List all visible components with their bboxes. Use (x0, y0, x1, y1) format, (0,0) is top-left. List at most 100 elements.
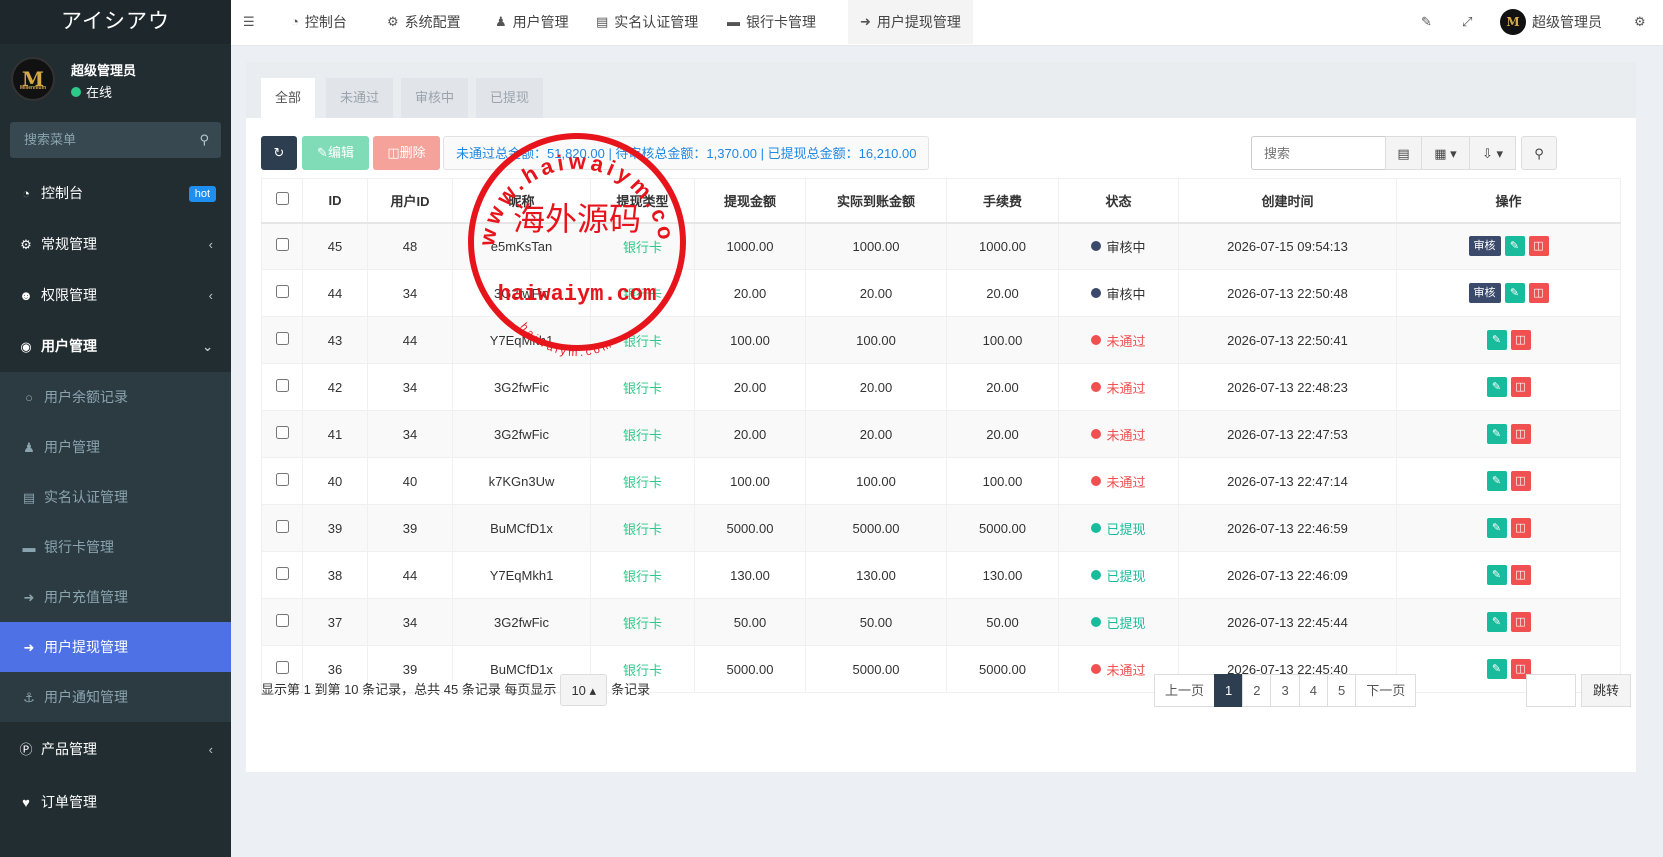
next-page-button[interactable]: 下一页 (1355, 674, 1417, 707)
row-edit-button[interactable]: ✎ (1486, 659, 1507, 679)
row-delete-button[interactable]: ◫ (1528, 283, 1549, 303)
tab-system-config[interactable]: ⚙ 系统配置 (375, 0, 473, 44)
search-button[interactable]: ⚲ (1521, 136, 1557, 170)
row-checkbox[interactable] (275, 332, 289, 345)
tab-user-management[interactable]: ♟ 用户管理 (483, 0, 581, 44)
page-3-button[interactable]: 3 (1270, 674, 1300, 707)
sidebar-item-notify[interactable]: ⚓ 用户通知管理 (0, 672, 231, 722)
tab-dashboard[interactable]: ◔ 控制台 (279, 0, 359, 44)
table-row[interactable]: 39 39 BuMCfD1x 银行卡 5000.00 5000.00 5000.00 已提现 2… (261, 504, 1621, 552)
sidebar-item-recharge[interactable]: ➜ 用户充值管理 (0, 572, 231, 622)
row-delete-button[interactable]: ◫ (1510, 565, 1531, 585)
toggle-view-button[interactable]: ▤ (1385, 136, 1422, 170)
brand-logo[interactable]: アイシアウ (0, 0, 231, 44)
row-edit-button[interactable]: ✎ (1486, 471, 1507, 491)
sidebar-item-user-management[interactable]: ◉ 用户管理 ⌄ (0, 321, 231, 372)
menu-toggle-button[interactable]: ☰ (231, 0, 267, 44)
tab-rejected[interactable]: 未通过 (326, 78, 394, 118)
sidebar-item-users[interactable]: ♟ 用户管理 (0, 422, 231, 472)
page-1-button[interactable]: 1 (1214, 674, 1244, 707)
tab-bankcard[interactable]: ▬ 银行卡管理 (715, 0, 828, 44)
table-row[interactable]: 44 34 3G2fwFic 银行卡 20.00 20.00 20.00 审核中 2026-07… (261, 269, 1621, 317)
row-delete-button[interactable]: ◫ (1510, 518, 1531, 538)
row-delete-button[interactable]: ◫ (1510, 471, 1531, 491)
translate-button[interactable]: ✎ (1409, 0, 1444, 44)
table-row[interactable]: 41 34 3G2fwFic 银行卡 20.00 20.00 20.00 未通过 2026-07… (261, 410, 1621, 458)
row-checkbox[interactable] (275, 567, 289, 580)
row-delete-button[interactable]: ◫ (1528, 236, 1549, 257)
audit-button[interactable]: 审核 (1468, 236, 1501, 257)
row-delete-button[interactable]: ◫ (1510, 330, 1531, 350)
sidebar-item-permission[interactable]: ☻ 权限管理 ‹ (0, 270, 231, 321)
sidebar-item-general[interactable]: ⚙ 常规管理 ‹ (0, 219, 231, 270)
col-nick[interactable]: 昵称 (452, 178, 591, 224)
pencil-icon: ✎ (1491, 663, 1502, 675)
edit-button[interactable]: ✎编辑 (302, 136, 369, 170)
page-size-select[interactable]: 10 ▴ (560, 674, 608, 706)
prev-page-button[interactable]: 上一页 (1154, 674, 1216, 707)
tab-withdrawn[interactable]: 已提现 (476, 78, 544, 118)
row-edit-button[interactable]: ✎ (1486, 330, 1507, 350)
tab-reviewing[interactable]: 审核中 (401, 78, 469, 118)
col-amount[interactable]: 提现金额 (694, 178, 806, 224)
refresh-button[interactable]: ↻ (261, 136, 297, 170)
columns-button[interactable]: ▦ ▾ (1421, 136, 1470, 170)
row-checkbox[interactable] (275, 379, 289, 392)
row-checkbox[interactable] (275, 520, 289, 533)
user-menu[interactable]: M 超级管理员 (1488, 0, 1614, 44)
sidebar-item-products[interactable]: Ⓟ 产品管理 ‹ (0, 722, 231, 777)
menu-search-input[interactable]: 搜索菜单 ⚲ (10, 122, 221, 158)
sidebar-item-withdraw[interactable]: ➜ 用户提现管理 (0, 622, 231, 672)
row-checkbox[interactable] (275, 661, 289, 674)
row-edit-button[interactable]: ✎ (1486, 377, 1507, 397)
select-all-checkbox[interactable] (275, 192, 289, 206)
page-4-button[interactable]: 4 (1298, 674, 1328, 707)
col-uid[interactable]: 用户ID (367, 178, 453, 224)
row-checkbox[interactable] (275, 285, 289, 298)
export-button[interactable]: ⇩ ▾ (1469, 136, 1516, 170)
page-5-button[interactable]: 5 (1326, 674, 1357, 707)
table-row[interactable]: 38 44 Y7EqMkh1 银行卡 130.00 130.00 130.00 已提现 2026… (261, 551, 1621, 599)
row-checkbox[interactable] (275, 614, 289, 627)
row-edit-button[interactable]: ✎ (1486, 612, 1507, 632)
col-status[interactable]: 状态 (1058, 178, 1179, 224)
table-row[interactable]: 37 34 3G2fwFic 银行卡 50.00 50.00 50.00 已提现 2026-07… (261, 598, 1621, 646)
table-row[interactable]: 45 48 e5mKsTan 银行卡 1000.00 1000.00 1000.00 审核中 2… (261, 222, 1621, 270)
row-delete-button[interactable]: ◫ (1510, 612, 1531, 632)
jump-button[interactable]: 跳转 (1581, 674, 1631, 707)
row-edit-button[interactable]: ✎ (1486, 565, 1507, 585)
audit-button[interactable]: 审核 (1468, 283, 1501, 303)
col-id[interactable]: ID (302, 178, 368, 224)
row-delete-button[interactable]: ◫ (1510, 424, 1531, 444)
settings-button[interactable]: ⚙ (1622, 0, 1658, 44)
page-2-button[interactable]: 2 (1242, 674, 1272, 707)
col-fee[interactable]: 手续费 (946, 178, 1059, 224)
col-time[interactable]: 创建时间 (1178, 178, 1397, 224)
sidebar-item-dashboard[interactable]: ◔ 控制台 hot (0, 168, 231, 219)
row-delete-button[interactable]: ◫ (1510, 377, 1531, 397)
delete-button[interactable]: ◫删除 (373, 136, 440, 170)
table-row[interactable]: 43 44 Y7EqMkh1 银行卡 100.00 100.00 100.00 未通过 2026… (261, 316, 1621, 364)
sidebar-item-realname[interactable]: ▤ 实名认证管理 (0, 472, 231, 522)
row-edit-button[interactable]: ✎ (1504, 283, 1525, 303)
table-row[interactable]: 42 34 3G2fwFic 银行卡 20.00 20.00 20.00 未通过 2026-07… (261, 363, 1621, 411)
jump-page-input[interactable] (1526, 674, 1576, 707)
cogs-icon: ⚙ (20, 237, 32, 252)
row-checkbox[interactable] (275, 473, 289, 486)
col-actual[interactable]: 实际到账金额 (805, 178, 947, 224)
row-checkbox[interactable] (275, 238, 289, 252)
row-edit-button[interactable]: ✎ (1486, 518, 1507, 538)
sidebar-item-balance-record[interactable]: ○ 用户余额记录 (0, 372, 231, 422)
sidebar-item-bankcard[interactable]: ▬ 银行卡管理 (0, 522, 231, 572)
tab-realname[interactable]: ▤ 实名认证管理 (584, 0, 710, 44)
fullscreen-button[interactable]: ⤢ (1450, 0, 1484, 44)
tab-withdraw[interactable]: ➜ 用户提现管理 (848, 0, 973, 44)
row-checkbox[interactable] (275, 426, 289, 439)
tab-all[interactable]: 全部 (261, 78, 316, 118)
row-edit-button[interactable]: ✎ (1504, 236, 1525, 257)
sidebar-item-orders[interactable]: ♥ 订单管理 (0, 777, 231, 828)
row-edit-button[interactable]: ✎ (1486, 424, 1507, 444)
cell-time: 2026-07-13 22:50:41 (1178, 316, 1397, 364)
col-type[interactable]: 提现类型 (590, 178, 695, 224)
table-row[interactable]: 40 40 k7KGn3Uw 银行卡 100.00 100.00 100.00 未通过 2026… (261, 457, 1621, 505)
